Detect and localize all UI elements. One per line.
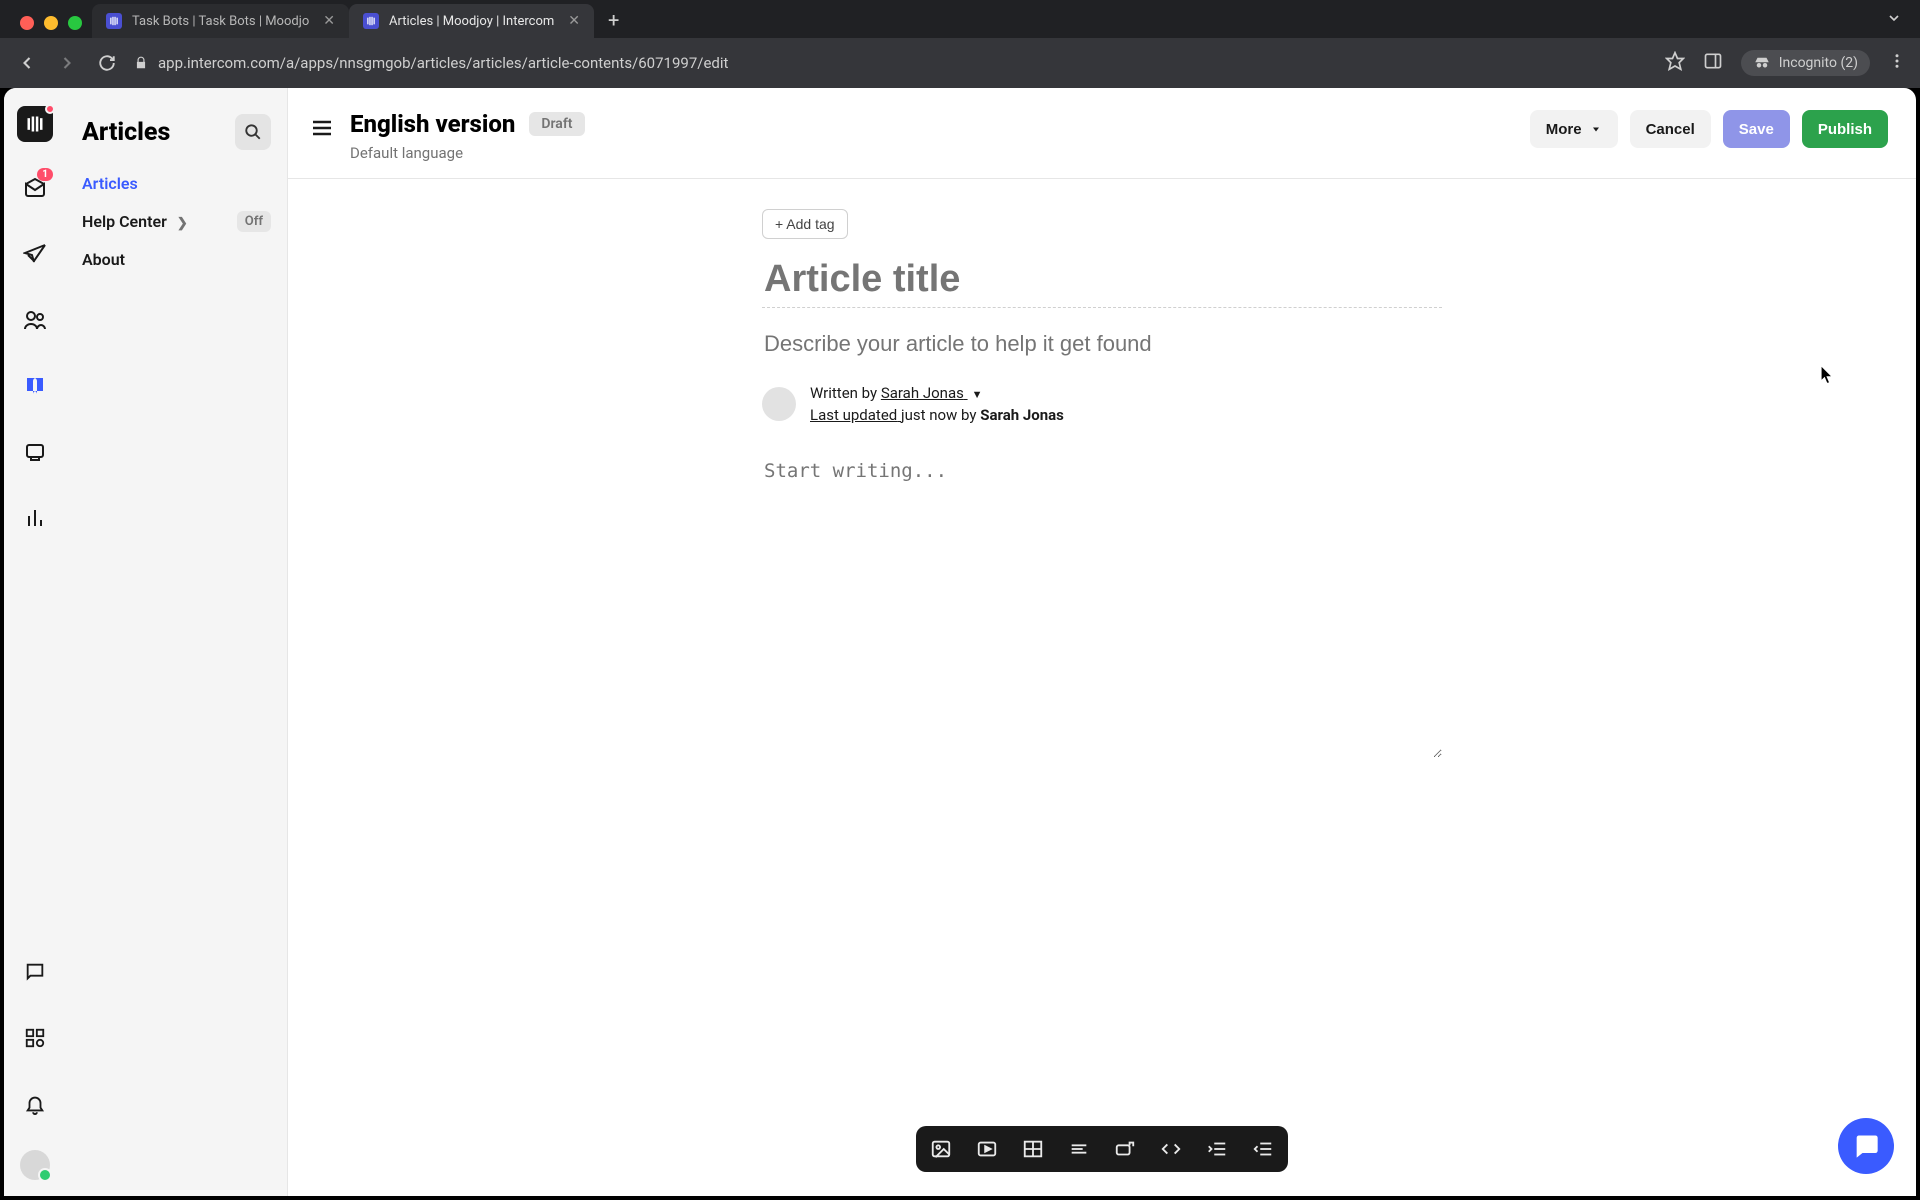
article-title-input[interactable] [762,257,1442,308]
browser-tab-active[interactable]: Articles | Moodjoy | Intercom ✕ [349,4,594,38]
sidebar-toggle-button[interactable] [310,116,334,140]
nav-messenger[interactable] [15,952,55,992]
sidebar-item-label: Articles [82,174,138,193]
mouse-cursor [1820,365,1834,385]
written-by-prefix: Written by [810,384,881,402]
incognito-icon [1753,54,1771,72]
new-tab-button[interactable]: + [594,8,633,38]
nav-apps[interactable] [15,1018,55,1058]
toolbar-list-outdent-button[interactable] [1250,1136,1276,1162]
editor-toolbar [916,1126,1288,1172]
intercom-launcher[interactable] [1838,1118,1894,1174]
app-logo[interactable] [17,106,53,142]
notification-dot [45,104,55,114]
toolbar-video-button[interactable] [974,1136,1000,1162]
button-label: Save [1739,121,1774,138]
status-badge-off: Off [237,211,271,232]
traffic-light-close[interactable] [20,16,34,30]
caret-down-icon[interactable]: ▼ [972,388,983,401]
back-button[interactable] [14,53,40,73]
sidebar-item-label: Help Center [82,212,167,231]
last-updated-label: Last updated [810,406,897,424]
toolbar-list-indent-button[interactable] [1204,1136,1230,1162]
page-title: English version [350,110,515,138]
button-label: Publish [1818,121,1872,138]
status-badge-draft: Draft [529,112,584,136]
author-selector[interactable]: Sarah Jonas [881,384,968,402]
intercom-favicon [106,13,122,29]
reload-button[interactable] [94,54,120,72]
article-description-input[interactable] [762,330,1442,358]
tabs-overflow-button[interactable] [1868,10,1920,38]
browser-toolbar: app.intercom.com/a/apps/nnsgmgob/article… [0,38,1920,88]
traffic-light-minimize[interactable] [44,16,58,30]
search-button[interactable] [235,114,271,150]
browser-tabbar: Task Bots | Task Bots | Moodjo ✕ Article… [0,0,1920,38]
browser-tab-inactive[interactable]: Task Bots | Task Bots | Moodjo ✕ [92,4,349,38]
button-label: More [1546,121,1582,138]
author-name: Sarah Jonas [881,384,964,402]
panel-icon[interactable] [1703,51,1723,75]
messenger-icon [1852,1132,1880,1160]
toolbar-image-button[interactable] [928,1136,954,1162]
nav-articles[interactable] [15,366,55,406]
forward-button[interactable] [54,53,80,73]
page-header: English version Draft Default language M… [288,88,1916,179]
publish-button[interactable]: Publish [1802,110,1888,148]
more-button[interactable]: More [1530,110,1618,148]
secondary-sidebar: Articles Articles Help Center ❯ Off [66,88,288,1196]
sidebar-item-articles[interactable]: Articles [82,174,271,193]
editor-area: + Add tag Written by Sarah Jonas [288,179,1916,1196]
toolbar-code-button[interactable] [1158,1136,1184,1162]
last-updated-suffix: just now by [901,406,980,424]
sidebar-item-about[interactable]: About [82,250,271,269]
user-avatar[interactable] [20,1150,50,1180]
sidebar-item-label: About [82,250,125,269]
lock-icon [134,56,148,70]
close-icon[interactable]: ✕ [568,13,580,29]
add-tag-button[interactable]: + Add tag [762,209,848,239]
main-column: English version Draft Default language M… [288,88,1916,1196]
close-icon[interactable]: ✕ [323,13,335,29]
app-frame: 1 [4,88,1916,1196]
sidebar-item-help-center[interactable]: Help Center ❯ Off [82,211,271,232]
toolbar-divider-button[interactable] [1066,1136,1092,1162]
intercom-favicon [363,13,379,29]
search-icon [244,123,262,141]
bookmark-icon[interactable] [1665,51,1685,75]
nav-outbound[interactable] [15,234,55,274]
nav-rail: 1 [4,88,66,1196]
address-bar[interactable]: app.intercom.com/a/apps/nnsgmgob/article… [134,54,1651,72]
nav-reports[interactable] [15,498,55,538]
page-subtitle: Default language [350,144,585,162]
article-body-input[interactable] [762,458,1442,758]
updated-by-name: Sarah Jonas [980,406,1064,424]
caret-down-icon [1590,123,1602,135]
tab-title: Articles | Moodjoy | Intercom [389,14,554,29]
last-updated-link[interactable]: Last updated [810,406,901,424]
save-button[interactable]: Save [1723,110,1790,148]
toolbar-table-button[interactable] [1020,1136,1046,1162]
sidebar-heading: Articles [82,118,170,147]
button-label: Cancel [1646,121,1695,138]
traffic-light-maximize[interactable] [68,16,82,30]
incognito-label: Incognito (2) [1779,55,1858,71]
cancel-button[interactable]: Cancel [1630,110,1711,148]
window-controls [12,16,92,38]
chevron-right-icon: ❯ [177,216,188,231]
tab-title: Task Bots | Task Bots | Moodjo [132,14,309,29]
nav-inbox[interactable]: 1 [15,168,55,208]
inbox-badge: 1 [37,168,53,181]
url-text: app.intercom.com/a/apps/nnsgmgob/article… [158,54,728,72]
nav-notifications[interactable] [15,1084,55,1124]
nav-operator[interactable] [15,432,55,472]
button-label: + Add tag [775,216,835,232]
toolbar-button-button[interactable] [1112,1136,1138,1162]
incognito-indicator[interactable]: Incognito (2) [1741,50,1870,76]
author-avatar [762,387,796,421]
nav-contacts[interactable] [15,300,55,340]
browser-menu-button[interactable] [1888,52,1906,74]
byline: Written by Sarah Jonas ▼ Last updated [762,384,1442,424]
